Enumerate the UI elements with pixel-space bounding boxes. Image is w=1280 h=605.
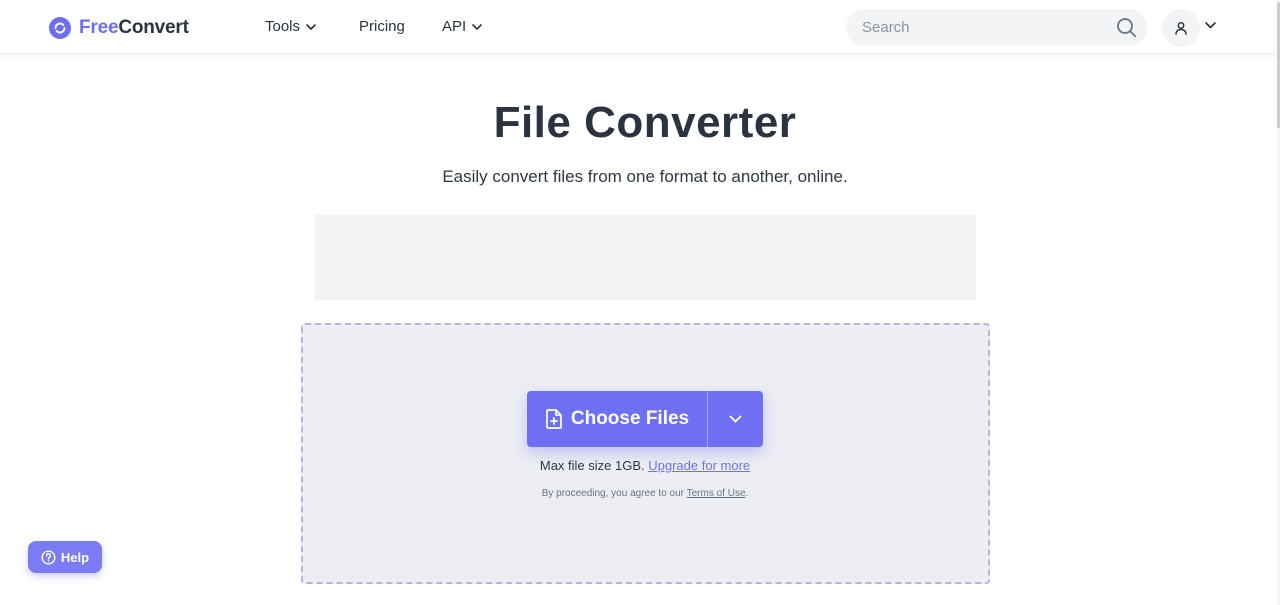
top-navigation-bar: FreeConvert Tools Pricing API <box>0 0 1280 54</box>
account-avatar-button[interactable] <box>1162 9 1200 47</box>
chevron-down-icon <box>729 415 742 423</box>
user-icon <box>1175 22 1187 35</box>
question-circle-icon <box>41 549 56 565</box>
logo-refresh-icon <box>49 17 71 39</box>
terms-suffix: . <box>745 488 749 499</box>
page-subtitle: Easily convert files from one format to … <box>442 167 848 186</box>
chevron-down-icon <box>306 23 316 30</box>
nav-tools-menu[interactable]: Tools <box>265 18 316 35</box>
help-button[interactable]: Help <box>28 541 102 573</box>
choose-files-button[interactable]: Choose Files <box>527 391 707 447</box>
search-icon[interactable] <box>1116 17 1137 38</box>
freeconvert-logo[interactable]: FreeConvert <box>49 16 189 40</box>
max-file-size-text: Max file size 1GB. <box>539 458 645 473</box>
file-plus-icon <box>545 409 563 429</box>
nav-pricing-label: Pricing <box>359 18 405 35</box>
terms-note: By proceeding, you agree to our Terms of… <box>0 488 1280 499</box>
nav-tools-label: Tools <box>265 18 301 35</box>
nav-pricing-link[interactable]: Pricing <box>359 18 405 35</box>
nav-api-label: API <box>442 18 467 35</box>
page-title: File Converter <box>493 98 797 147</box>
upgrade-link[interactable]: Upgrade for more <box>648 458 750 473</box>
logo-text-convert: Convert <box>118 17 189 38</box>
choose-files-button-group: Choose Files <box>527 391 763 447</box>
help-label: Help <box>60 549 90 565</box>
terms-of-use-link[interactable]: Terms of Use <box>687 488 746 499</box>
ad-placeholder <box>315 215 976 300</box>
choose-files-label: Choose Files <box>570 408 690 429</box>
terms-prefix: By proceeding, you agree to our <box>541 488 685 499</box>
chevron-down-icon <box>472 23 482 30</box>
account-chevron-down-icon[interactable] <box>1205 22 1216 29</box>
search-input[interactable] <box>862 9 1102 46</box>
search-box <box>846 9 1147 46</box>
choose-source-dropdown[interactable] <box>708 391 763 447</box>
file-dropzone[interactable] <box>301 323 990 584</box>
max-file-size-note: Max file size 1GB. Upgrade for more <box>0 458 1280 473</box>
logo-text-free: Free <box>79 17 119 38</box>
nav-api-menu[interactable]: API <box>442 18 482 35</box>
